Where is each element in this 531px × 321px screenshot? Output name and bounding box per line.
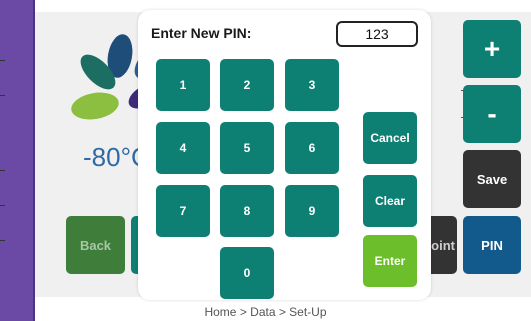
increase-button[interactable]: +	[463, 20, 521, 78]
enter-button[interactable]: Enter	[363, 235, 417, 287]
dialog-title: Enter New PIN:	[151, 25, 252, 41]
sidebar-tick	[0, 60, 5, 61]
pin-input-field[interactable]: 123	[336, 21, 418, 47]
keypad-key-1[interactable]: 1	[156, 59, 210, 111]
pin-button[interactable]: PIN	[463, 216, 521, 274]
clear-button[interactable]: Clear	[363, 175, 417, 227]
breadcrumb: Home > Data > Set-Up	[204, 305, 327, 319]
sidebar-tick	[0, 240, 5, 241]
keypad-key-0[interactable]: 0	[220, 247, 274, 299]
keypad-key-6[interactable]: 6	[285, 122, 339, 174]
keypad-key-8[interactable]: 8	[220, 185, 274, 237]
left-sidebar-bar	[0, 0, 33, 321]
cancel-button[interactable]: Cancel	[363, 112, 417, 164]
keypad-key-7[interactable]: 7	[156, 185, 210, 237]
decrease-button[interactable]: -	[463, 85, 521, 143]
keypad-key-2[interactable]: 2	[220, 59, 274, 111]
keypad-key-4[interactable]: 4	[156, 122, 210, 174]
keypad-key-5[interactable]: 5	[220, 122, 274, 174]
pin-entry-dialog: Enter New PIN: 123 1 2 3 4 5 6 7 8 9 0 C…	[138, 10, 431, 300]
save-button[interactable]: Save	[463, 150, 521, 208]
keypad-key-9[interactable]: 9	[285, 185, 339, 237]
back-button[interactable]: Back	[66, 216, 125, 274]
sidebar-tick	[0, 205, 5, 206]
keypad-key-3[interactable]: 3	[285, 59, 339, 111]
sidebar-tick	[0, 170, 5, 171]
sidebar-tick	[0, 95, 5, 96]
